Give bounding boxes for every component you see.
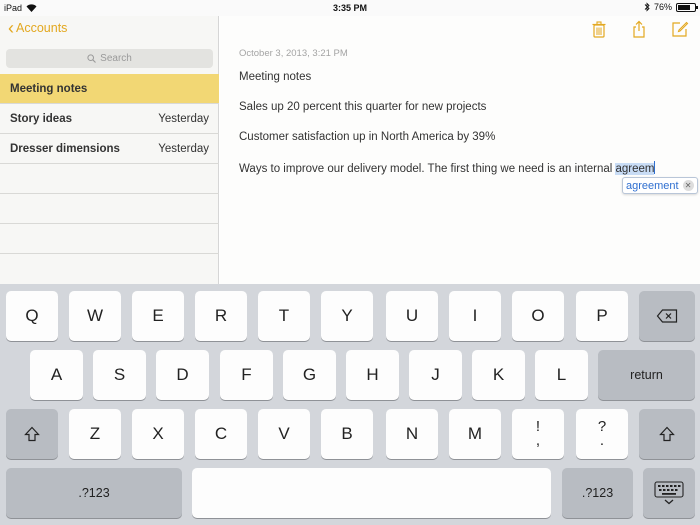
numbers-key-left[interactable]: .?123 bbox=[6, 468, 182, 518]
text-cursor bbox=[654, 161, 656, 174]
key-r[interactable]: R bbox=[195, 291, 247, 341]
share-icon[interactable] bbox=[630, 20, 648, 38]
key-s[interactable]: S bbox=[93, 350, 146, 400]
key-d[interactable]: D bbox=[156, 350, 209, 400]
note-row-meeting-notes[interactable]: Meeting notes bbox=[0, 74, 219, 104]
note-title: Dresser dimensions bbox=[10, 142, 120, 155]
key-l[interactable]: L bbox=[535, 350, 588, 400]
key-h[interactable]: H bbox=[346, 350, 399, 400]
shift-icon bbox=[24, 426, 40, 442]
key-g[interactable]: G bbox=[283, 350, 336, 400]
numbers-key-right[interactable]: .?123 bbox=[562, 468, 633, 518]
search-input[interactable]: Search bbox=[6, 49, 213, 68]
key-exclaim-comma[interactable]: !, bbox=[512, 409, 564, 459]
key-bottom-char: . bbox=[599, 432, 605, 449]
key-z[interactable]: Z bbox=[69, 409, 121, 459]
key-i[interactable]: I bbox=[449, 291, 501, 341]
key-x[interactable]: X bbox=[132, 409, 184, 459]
search-placeholder: Search bbox=[100, 53, 132, 64]
on-screen-keyboard: Q W E R T Y U I O P A S D F G H J K L re… bbox=[0, 284, 700, 525]
note-date: Yesterday bbox=[158, 142, 209, 155]
note-date: Yesterday bbox=[158, 112, 209, 125]
note-title: Meeting notes bbox=[10, 82, 88, 95]
note-timestamp: October 3, 2013, 3:21 PM bbox=[239, 48, 348, 59]
key-k[interactable]: K bbox=[472, 350, 525, 400]
note-line: Customer satisfaction up in North Americ… bbox=[239, 131, 496, 143]
note-editor[interactable]: October 3, 2013, 3:21 PM Meeting notes S… bbox=[220, 16, 700, 284]
key-t[interactable]: T bbox=[258, 291, 310, 341]
note-line-text: Ways to improve our delivery model. The … bbox=[239, 163, 616, 175]
key-m[interactable]: M bbox=[449, 409, 501, 459]
key-b[interactable]: B bbox=[321, 409, 373, 459]
shift-icon bbox=[659, 426, 675, 442]
chevron-left-icon: ‹ bbox=[8, 18, 14, 38]
compose-icon[interactable] bbox=[671, 20, 689, 38]
note-line: Sales up 20 percent this quarter for new… bbox=[239, 101, 487, 113]
key-w[interactable]: W bbox=[69, 291, 121, 341]
key-j[interactable]: J bbox=[409, 350, 462, 400]
battery-icon bbox=[676, 2, 698, 12]
battery-percent: 76% bbox=[653, 2, 672, 12]
empty-row bbox=[0, 194, 219, 224]
backspace-icon bbox=[656, 309, 678, 323]
key-y[interactable]: Y bbox=[321, 291, 373, 341]
status-time: 3:35 PM bbox=[332, 3, 367, 13]
key-f[interactable]: F bbox=[220, 350, 273, 400]
return-key[interactable]: return bbox=[598, 350, 695, 400]
empty-row bbox=[0, 224, 219, 254]
battery-fill bbox=[678, 4, 690, 10]
key-v[interactable]: V bbox=[258, 409, 310, 459]
note-line-title: Meeting notes bbox=[239, 71, 312, 83]
note-row-dresser-dimensions[interactable]: Dresser dimensions Yesterday bbox=[0, 134, 219, 164]
bluetooth-icon bbox=[644, 2, 650, 12]
key-n[interactable]: N bbox=[386, 409, 438, 459]
key-e[interactable]: E bbox=[132, 291, 184, 341]
keyboard-dismiss-icon bbox=[654, 481, 684, 505]
space-bar[interactable] bbox=[192, 468, 551, 518]
shift-key-right[interactable] bbox=[639, 409, 695, 459]
key-a[interactable]: A bbox=[30, 350, 83, 400]
key-c[interactable]: C bbox=[195, 409, 247, 459]
highlighted-word: agreem bbox=[615, 163, 655, 175]
key-p[interactable]: P bbox=[576, 291, 628, 341]
note-row-story-ideas[interactable]: Story ideas Yesterday bbox=[0, 104, 219, 134]
notes-list: Meeting notes Story ideas Yesterday Dres… bbox=[0, 74, 219, 254]
status-bar: iPad 3:35 PM 76% bbox=[0, 0, 700, 16]
key-question-period[interactable]: ?. bbox=[576, 409, 628, 459]
note-line-editing: Ways to improve our delivery model. The … bbox=[239, 161, 656, 175]
trash-icon[interactable] bbox=[590, 20, 608, 38]
key-o[interactable]: O bbox=[512, 291, 564, 341]
note-title: Story ideas bbox=[10, 112, 72, 125]
suggestion-text: agreement bbox=[626, 179, 679, 192]
status-right: 76% bbox=[644, 2, 698, 12]
key-q[interactable]: Q bbox=[6, 291, 58, 341]
hide-keyboard-key[interactable] bbox=[643, 468, 695, 518]
empty-row bbox=[0, 164, 219, 194]
accounts-back-button[interactable]: ‹ Accounts bbox=[8, 18, 68, 38]
shift-key-left[interactable] bbox=[6, 409, 58, 459]
notes-sidebar: ‹ Accounts Search Meeting notes Story id… bbox=[0, 16, 219, 284]
key-bottom-char: , bbox=[535, 432, 541, 449]
delete-key[interactable] bbox=[639, 291, 695, 341]
back-label: Accounts bbox=[16, 21, 68, 35]
autocorrect-suggestion[interactable]: agreement ✕ bbox=[622, 177, 698, 194]
key-u[interactable]: U bbox=[386, 291, 438, 341]
search-icon bbox=[87, 54, 97, 63]
dismiss-suggestion-icon[interactable]: ✕ bbox=[682, 180, 694, 191]
